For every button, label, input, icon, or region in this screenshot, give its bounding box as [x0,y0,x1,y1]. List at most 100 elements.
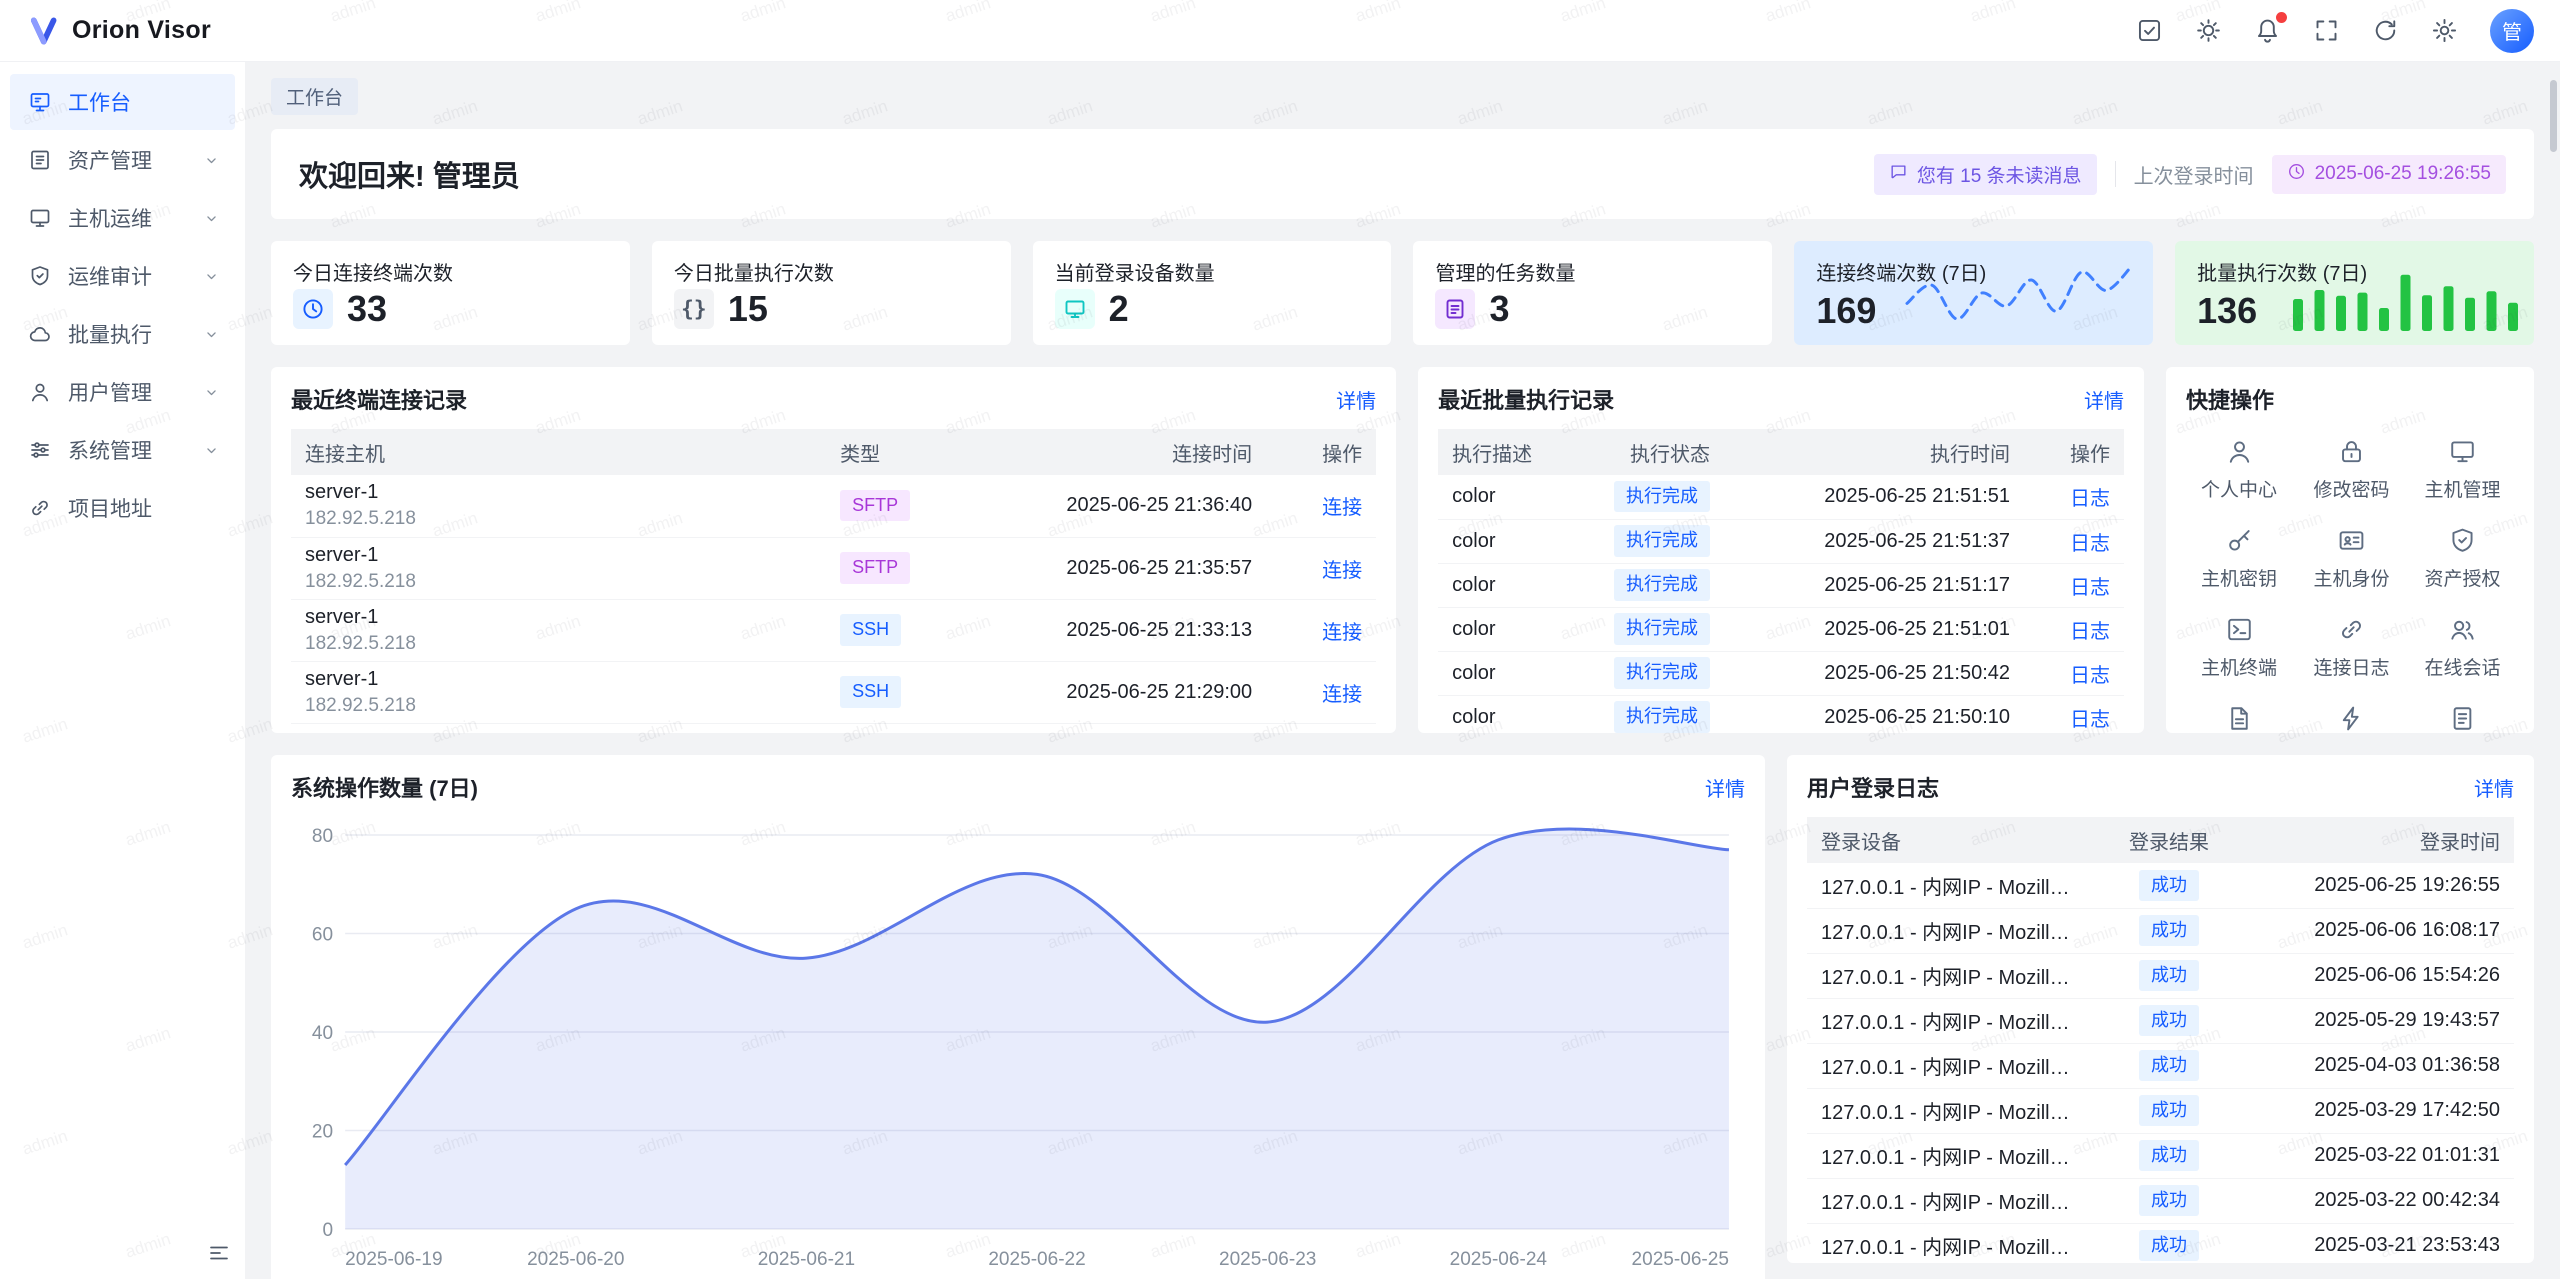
login-device: 127.0.0.1 - 内网IP - Mozilla/5.0 (Windows … [1807,953,2094,998]
sidebar-item-label: 批量执行 [68,319,186,349]
col-exec-time: 执行时间 [1724,429,2024,475]
sidebar-item-system-management[interactable]: 系统管理 [10,422,235,478]
quick-action-online-sessions[interactable]: 在线会话 [2407,615,2518,680]
theme-button[interactable] [2195,17,2222,44]
exec-desc: color [1438,651,1534,695]
quick-action-personal-center[interactable]: 个人中心 [2182,437,2296,502]
log-link[interactable]: 日志 [2070,488,2110,510]
refresh-icon [2372,17,2399,44]
col-action: 操作 [1266,429,1376,475]
sidebar-item-label: 运维审计 [68,261,186,291]
log-link[interactable]: 日志 [2070,709,2110,731]
col-login-time: 登录时间 [2244,817,2514,863]
orion-visor-logo-icon [26,14,60,48]
system-operations-panel: 系统操作数量 (7日) 详情 0204060802025-06-192025-0… [271,755,1765,1279]
terminal-records-title: 最近终端连接记录 [291,383,467,415]
sidebar-item-host-ops[interactable]: 主机运维 [10,190,235,246]
sidebar-collapse-button[interactable] [207,1241,231,1265]
login-logs-detail-link[interactable]: 详情 [2474,773,2514,802]
quick-action-connection-logs[interactable]: 连接日志 [2296,615,2407,680]
scrollbar-thumb[interactable] [2550,80,2557,152]
link-icon [2337,615,2366,644]
stat-card-today-batch-executions: 今日批量执行次数{}15 [652,241,1011,345]
quick-action-host-management[interactable]: 主机管理 [2407,437,2518,502]
svg-text:2025-06-21: 2025-06-21 [758,1249,855,1270]
connect-link[interactable]: 连接 [1322,560,1362,582]
quick-action-execution-logs[interactable]: 执行日志 [2407,704,2518,733]
quick-action-change-password[interactable]: 修改密码 [2296,437,2407,502]
quick-action-host-identity[interactable]: 主机身份 [2296,526,2407,591]
sliders-icon [28,438,52,462]
shield-icon [2448,526,2477,555]
feedback-button[interactable] [2136,17,2163,44]
clock-icon [2287,162,2306,187]
breadcrumb-workbench[interactable]: 工作台 [271,78,358,115]
welcome-banner: 欢迎回来! 管理员 您有 15 条未读消息 上次登录时间 2025-06-25 … [271,129,2534,219]
quick-action-host-keys[interactable]: 主机密钥 [2182,526,2296,591]
sidebar-item-workbench[interactable]: 工作台 [10,74,235,130]
chevron-down-icon [202,151,221,170]
sidebar-item-asset-management[interactable]: 资产管理 [10,132,235,188]
login-log-row: 127.0.0.1 - 内网IP - Mozilla/5.0 (Windows … [1807,1043,2514,1088]
login-log-row: 127.0.0.1 - 内网IP - Mozilla/5.0 (Windows … [1807,1088,2514,1133]
link-icon [28,496,52,520]
quick-action-asset-authorization[interactable]: 资产授权 [2407,526,2518,591]
shield-icon [28,264,52,288]
login-result-tag: 成功 [2139,960,2199,991]
sidebar-item-ops-audit[interactable]: 运维审计 [10,248,235,304]
exec-desc: color [1438,475,1534,519]
stat-value: 136 [2197,293,2257,329]
stat-card-today-terminal-connections: 今日连接终端次数33 [271,241,630,345]
login-device: 127.0.0.1 - 内网IP - Mozilla/5.0 (Windows … [1807,1223,2094,1263]
chevron-down-icon [202,325,221,344]
svg-text:2025-06-20: 2025-06-20 [527,1249,624,1270]
system-operations-chart: 0204060802025-06-192025-06-202025-06-212… [291,819,1745,1279]
task-icon [1443,297,1467,321]
batch-records-detail-link[interactable]: 详情 [2084,385,2124,414]
exec-status-tag: 执行完成 [1614,657,1710,688]
svg-text:60: 60 [312,925,333,946]
log-link[interactable]: 日志 [2070,621,2110,643]
login-result-tag: 成功 [2139,1185,2199,1216]
fullscreen-button[interactable] [2313,17,2340,44]
sidebar-item-batch-execution[interactable]: 批量执行 [10,306,235,362]
terminal-records-detail-link[interactable]: 详情 [1336,385,1376,414]
quick-action-label: 资产授权 [2424,564,2500,591]
login-device: 127.0.0.1 - 内网IP - Mozilla/5.0 (Windows … [1807,1178,2094,1223]
settings-button[interactable] [2431,17,2458,44]
protocol-tag: SFTP [840,490,910,521]
log-link[interactable]: 日志 [2070,665,2110,687]
topbar: Orion Visor 管 [0,0,2560,62]
unread-messages-text: 您有 15 条未读消息 [1917,161,2082,188]
connect-link[interactable]: 连接 [1322,622,1362,644]
login-log-row: 127.0.0.1 - 内网IP - Mozilla/5.0 (Windows … [1807,1223,2514,1263]
stat-label: 当前登录设备数量 [1055,257,1370,286]
svg-text:2025-06-19: 2025-06-19 [345,1249,442,1270]
login-device: 127.0.0.1 - 内网IP - Mozilla/5.0 (Windows … [1807,863,2094,908]
user-avatar[interactable]: 管 [2490,9,2534,53]
sidebar-item-project-url[interactable]: 项目地址 [10,480,235,536]
quick-actions-grid: 个人中心修改密码主机管理主机密钥主机身份资产授权主机终端连接日志在线会话文件操作… [2166,429,2534,733]
unread-messages-chip[interactable]: 您有 15 条未读消息 [1874,154,2097,195]
quick-action-host-terminal[interactable]: 主机终端 [2182,615,2296,680]
exec-status-tag: 执行完成 [1614,525,1710,556]
connect-link[interactable]: 连接 [1322,684,1362,706]
log-link[interactable]: 日志 [2070,533,2110,555]
refresh-button[interactable] [2372,17,2399,44]
quick-action-file-operation-logs[interactable]: 文件操作日志 [2182,704,2296,733]
sidebar-item-user-management[interactable]: 用户管理 [10,364,235,420]
exec-desc: color [1438,695,1534,733]
connect-time: 2025-06-25 21:29:00 [956,661,1266,723]
quick-action-label: 连接日志 [2314,653,2390,680]
quick-action-command-execution[interactable]: 命令执行 [2296,704,2407,733]
stat-card-batch-executions-7d: 批量执行次数 (7日)136 [2175,241,2534,345]
login-log-row: 127.0.0.1 - 内网IP - Mozilla/5.0 (Windows … [1807,863,2514,908]
log-link[interactable]: 日志 [2070,577,2110,599]
connect-link[interactable]: 连接 [1322,497,1362,519]
notifications-button[interactable] [2254,17,2281,44]
exec-status-tag: 执行完成 [1614,701,1710,732]
divider [2115,161,2116,187]
stats-row: 今日连接终端次数33今日批量执行次数{}15当前登录设备数量2管理的任务数量3连… [271,241,2534,345]
col-connect-time: 连接时间 [956,429,1266,475]
system-operations-detail-link[interactable]: 详情 [1705,773,1745,802]
